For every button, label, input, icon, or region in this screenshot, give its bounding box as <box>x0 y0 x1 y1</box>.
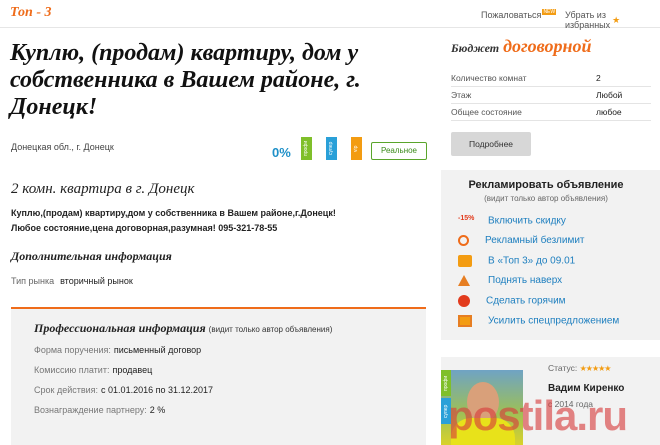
new-badge: NEW <box>542 9 557 15</box>
additional-info-heading: Дополнительная информация <box>11 249 172 263</box>
promo-hot[interactable]: Сделать горячим <box>458 295 566 307</box>
spec-value: 2 <box>596 73 601 83</box>
market-type-label: Тип рынка <box>11 276 55 286</box>
row-value: 2 % <box>149 405 166 415</box>
market-type-value: вторичный рынок <box>60 276 133 286</box>
row-value: письменный договор <box>113 345 202 355</box>
arrow-up-icon <box>458 275 470 286</box>
listing-description: Куплю,(продам) квартиру,дом у собственни… <box>11 206 431 236</box>
remove-favorite-link[interactable]: Убрать из избранных ★ <box>565 10 660 31</box>
row-label: Вознаграждение партнеру: <box>34 405 147 415</box>
promo-discount[interactable]: -15% Включить скидку <box>458 215 566 227</box>
specs-table: Количество комнат 2 Этаж Любой Общее состо… <box>451 70 651 121</box>
rating-percent: 0% <box>272 145 291 160</box>
promo-special[interactable]: Усилить спецпредложением <box>458 315 619 327</box>
more-details-button[interactable]: Подробнее <box>451 132 531 156</box>
spec-label: Общее состояние <box>451 107 522 117</box>
agent-status: Статус: ★★★★★ <box>548 363 612 373</box>
spec-label: Количество комнат <box>451 73 527 83</box>
professional-info-note: (видит только автор объявления) <box>208 325 333 334</box>
listing-subtitle: 2 комн. квартира в г. Донецк <box>11 181 195 197</box>
tag-super: супер <box>326 137 337 160</box>
top-bar: Топ - 3 Пожаловаться NEW Убрать из избран… <box>0 0 660 31</box>
promo-raise[interactable]: Поднять наверх <box>458 275 562 286</box>
spec-label: Этаж <box>451 90 472 100</box>
star-icon: ★ <box>612 15 621 25</box>
row-label: Комиссию платит: <box>34 365 110 375</box>
complain-link[interactable]: Пожаловаться NEW <box>481 9 557 20</box>
professional-row: Форма поручения: письменный договор <box>34 345 201 355</box>
budget-value: договорной <box>503 36 592 56</box>
promo-top3[interactable]: В «Топ 3» до 09.01 <box>458 255 575 267</box>
description-line: Куплю,(продам) квартиру,дом у собственни… <box>11 208 336 218</box>
row-value: с 01.01.2016 по 31.12.2017 <box>101 385 214 395</box>
professional-row: Вознаграждение партнеру: 2 % <box>34 405 165 415</box>
promo-label: В «Топ 3» до 09.01 <box>488 255 576 267</box>
discount-icon: -15% <box>458 215 475 222</box>
tag-icon <box>458 255 472 267</box>
real-badge-button[interactable]: Реальное <box>371 142 427 160</box>
spec-value: любое <box>596 107 622 117</box>
promo-label: Рекламный безлимит <box>485 235 585 247</box>
spec-row: Этаж Любой <box>451 87 651 104</box>
promo-label: Поднять наверх <box>488 275 563 287</box>
row-label: Срок действия: <box>34 385 99 395</box>
listing-title: Куплю, (продам) квартиру, дом у собствен… <box>10 40 361 120</box>
top-3-badge: Топ - 3 <box>10 5 52 20</box>
spec-row: Общее состояние любое <box>451 104 651 121</box>
remove-favorite-label: Убрать из избранных <box>565 10 611 30</box>
professional-row: Комиссию платит: продавец <box>34 365 152 375</box>
market-type-row: Тип рынка вторичный рынок <box>11 276 133 286</box>
fire-icon <box>458 295 470 307</box>
spec-value: Любой <box>596 90 623 100</box>
promote-panel: Рекламировать объявление (видит только а… <box>441 170 660 340</box>
star-rating-icon: ★★★★★ <box>579 364 612 373</box>
tag-profi: профи <box>301 137 312 160</box>
professional-info-panel: Профессиональная информация (видит тольк… <box>11 309 426 445</box>
promo-unlimited[interactable]: Рекламный безлимит <box>458 235 585 246</box>
tag-vip: vip <box>351 137 362 160</box>
budget: Бюджет договорной <box>451 36 592 57</box>
special-offer-icon <box>458 315 472 327</box>
infinity-icon <box>458 235 469 246</box>
agent-status-label: Статус: <box>548 363 578 373</box>
promote-title: Рекламировать объявление <box>468 179 624 191</box>
spec-row: Количество комнат 2 <box>451 70 651 87</box>
professional-info-heading: Профессиональная информация (видит тольк… <box>34 321 332 336</box>
complain-label: Пожаловаться <box>481 10 542 20</box>
promo-label: Включить скидку <box>488 215 566 227</box>
row-label: Форма поручения: <box>34 345 111 355</box>
professional-row: Срок действия: с 01.01.2016 по 31.12.2017 <box>34 385 213 395</box>
watermark: postila.ru <box>448 392 628 439</box>
listing-location: Донецкая обл., г. Донецк <box>11 142 114 152</box>
promo-label: Усилить спецпредложением <box>488 315 620 327</box>
row-value: продавец <box>112 365 153 375</box>
description-line: Любое состояние,цена договорная,разумная… <box>11 223 278 233</box>
promote-subtitle: (видит только автор объявления) <box>484 194 608 203</box>
promo-label: Сделать горячим <box>486 295 566 307</box>
professional-info-title: Профессиональная информация <box>34 321 206 335</box>
budget-label: Бюджет <box>451 41 500 55</box>
